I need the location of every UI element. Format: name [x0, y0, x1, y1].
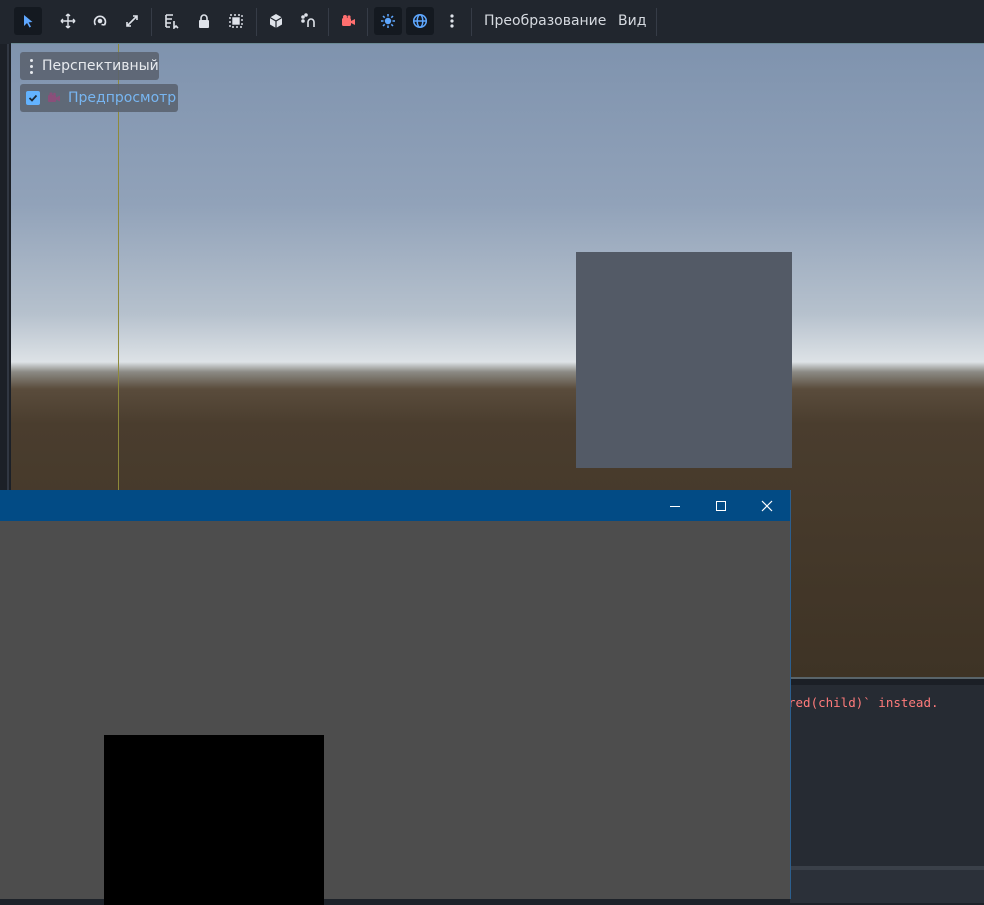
sun-icon	[380, 13, 396, 29]
menu-transform[interactable]: Преобразование	[484, 13, 606, 29]
maximize-button[interactable]	[698, 490, 744, 521]
close-button[interactable]	[744, 490, 790, 521]
toolbar-separator	[367, 8, 368, 36]
close-icon	[761, 500, 773, 512]
kebab-icon	[444, 13, 460, 29]
rotate-mode-button[interactable]	[86, 7, 114, 35]
rotate-icon	[92, 13, 108, 29]
output-panel: red(child)` instead.	[790, 685, 984, 866]
camera-button[interactable]	[334, 7, 362, 35]
preview-environment-button[interactable]	[406, 7, 434, 35]
preview-sun-button[interactable]	[374, 7, 402, 35]
kebab-icon	[20, 58, 42, 74]
preview-checkbox[interactable]	[26, 91, 40, 105]
left-dock-edge	[0, 44, 11, 491]
console-splitter[interactable]	[790, 677, 984, 685]
dock-divider	[7, 44, 9, 491]
local-space-button[interactable]	[262, 7, 290, 35]
lock-button[interactable]	[190, 7, 218, 35]
preview-toggle[interactable]: Предпросмотр	[20, 84, 178, 112]
more-options-button[interactable]	[438, 7, 466, 35]
snap-button[interactable]	[294, 7, 322, 35]
menu-view[interactable]: Вид	[618, 13, 646, 29]
list-select-button[interactable]	[158, 7, 186, 35]
toolbar-separator	[256, 8, 257, 36]
cube-icon	[268, 13, 284, 29]
scale-mode-button[interactable]	[118, 7, 146, 35]
group-icon	[228, 13, 244, 29]
maximize-icon	[715, 500, 727, 512]
toolbar-separator	[656, 8, 657, 36]
minimize-icon	[669, 500, 681, 512]
toolbar-separator	[328, 8, 329, 36]
game-window	[0, 490, 791, 905]
console-error-line: red(child)` instead.	[790, 695, 939, 710]
viewport-toolbar: Преобразование Вид	[0, 0, 984, 45]
lock-icon	[196, 13, 212, 29]
rendered-black-box	[104, 735, 324, 905]
game-render-area[interactable]	[0, 521, 790, 905]
select-mode-button[interactable]	[14, 7, 42, 35]
list-select-icon	[164, 13, 180, 29]
mesh-box[interactable]	[576, 252, 792, 468]
globe-icon	[412, 13, 428, 29]
move-arrows-icon	[60, 13, 76, 29]
minimize-button[interactable]	[652, 490, 698, 521]
toolbar-separator	[151, 8, 152, 36]
toolbar-separator	[471, 8, 472, 36]
snap-magnet-icon	[300, 13, 316, 29]
perspective-menu-button[interactable]: Перспективный	[20, 52, 159, 80]
move-mode-button[interactable]	[54, 7, 82, 35]
scale-icon	[124, 13, 140, 29]
window-titlebar[interactable]	[0, 490, 790, 521]
group-button[interactable]	[222, 7, 250, 35]
camera-icon	[340, 13, 356, 29]
preview-label: Предпросмотр	[68, 90, 177, 106]
checkmark-icon	[28, 94, 38, 102]
perspective-label: Перспективный	[42, 58, 159, 74]
arrow-pointer-icon	[20, 13, 36, 29]
console-footer	[790, 866, 984, 903]
camera-preview-icon	[47, 91, 61, 105]
